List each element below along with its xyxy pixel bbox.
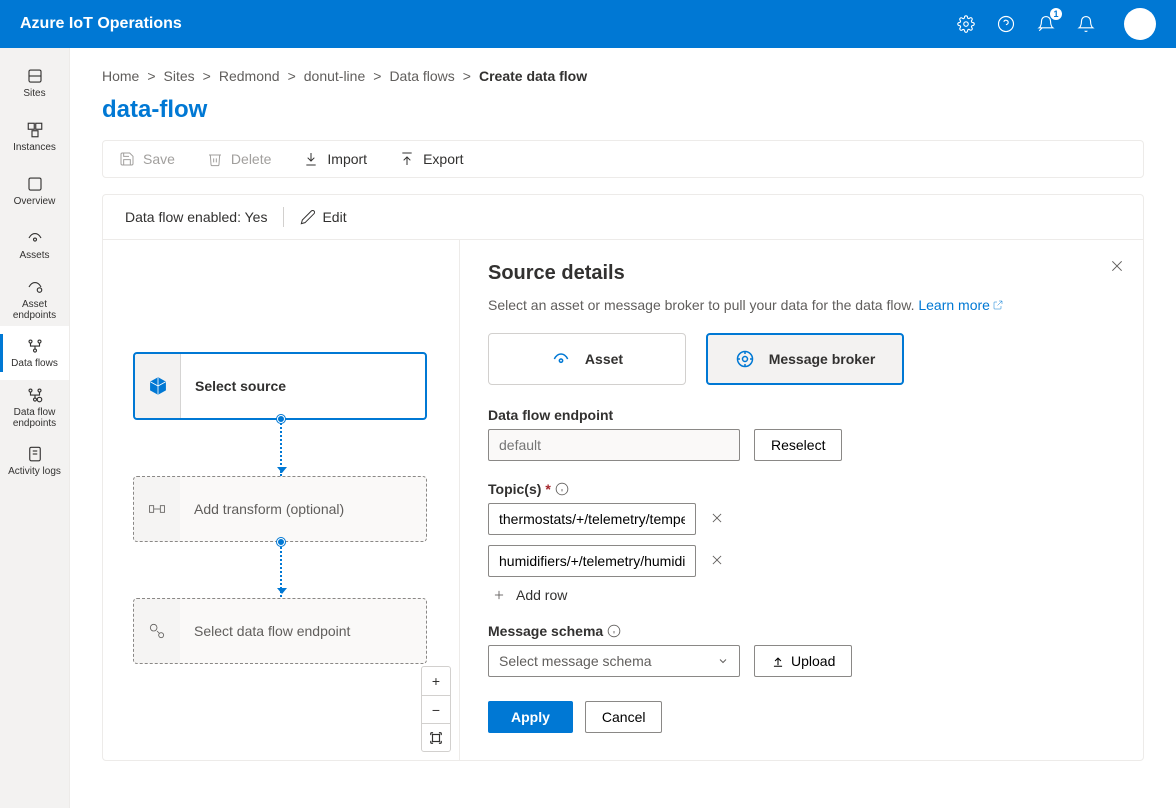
breadcrumb: Home> Sites> Redmond> donut-line> Data f… bbox=[102, 68, 1144, 84]
feedback-badge: 1 bbox=[1050, 8, 1062, 20]
breadcrumb-item[interactable]: Data flows bbox=[389, 68, 454, 84]
schema-select[interactable]: Select message schema bbox=[488, 645, 740, 677]
node-source[interactable]: Select source bbox=[133, 352, 427, 420]
info-icon[interactable] bbox=[607, 624, 621, 638]
app-header: Azure IoT Operations 1 bbox=[0, 0, 1176, 48]
sidebar-item-activity-logs[interactable]: Activity logs bbox=[0, 434, 69, 488]
flow-canvas[interactable]: Select source Add transform (optional) bbox=[103, 240, 459, 760]
flow-status-bar: Data flow enabled: Yes Edit bbox=[103, 195, 1143, 240]
edit-button[interactable]: Edit bbox=[300, 209, 346, 225]
notifications-icon[interactable] bbox=[1076, 14, 1096, 34]
delete-icon bbox=[207, 151, 223, 167]
sites-icon bbox=[26, 67, 44, 85]
upload-button[interactable]: Upload bbox=[754, 645, 852, 677]
zoom-controls: + − bbox=[421, 666, 451, 752]
main-content: Home> Sites> Redmond> donut-line> Data f… bbox=[70, 48, 1176, 808]
breadcrumb-item[interactable]: Redmond bbox=[219, 68, 280, 84]
details-actions: Apply Cancel bbox=[488, 701, 1115, 733]
asset-icon bbox=[551, 349, 571, 369]
sidebar-item-assets[interactable]: Assets bbox=[0, 218, 69, 272]
source-type-asset[interactable]: Asset bbox=[488, 333, 686, 385]
assets-icon bbox=[26, 229, 44, 247]
reselect-button[interactable]: Reselect bbox=[754, 429, 842, 461]
asset-endpoints-icon bbox=[26, 278, 44, 296]
feedback-icon[interactable]: 1 bbox=[1036, 14, 1056, 34]
sidebar-item-sites[interactable]: Sites bbox=[0, 56, 69, 110]
activity-logs-icon bbox=[26, 445, 44, 463]
breadcrumb-item[interactable]: donut-line bbox=[304, 68, 366, 84]
help-icon[interactable] bbox=[996, 14, 1016, 34]
user-avatar[interactable] bbox=[1124, 8, 1156, 40]
info-icon[interactable] bbox=[555, 482, 569, 496]
settings-icon[interactable] bbox=[956, 14, 976, 34]
zoom-out-button[interactable]: − bbox=[422, 695, 450, 723]
save-button: Save bbox=[119, 151, 175, 167]
overview-icon bbox=[26, 175, 44, 193]
edit-icon bbox=[300, 209, 316, 225]
flow-panel: Data flow enabled: Yes Edit Select sourc… bbox=[102, 194, 1144, 761]
topics-label: Topic(s) * bbox=[488, 481, 1115, 497]
import-button[interactable]: Import bbox=[303, 151, 367, 167]
sidebar-item-asset-endpoints[interactable]: Asset endpoints bbox=[0, 272, 69, 326]
plus-icon bbox=[492, 588, 506, 602]
import-icon bbox=[303, 151, 319, 167]
schema-label: Message schema bbox=[488, 623, 1115, 639]
toolbar: Save Delete Import Export bbox=[102, 140, 1144, 178]
broker-icon bbox=[735, 349, 755, 369]
page-title: data-flow bbox=[102, 96, 1144, 124]
remove-topic-1[interactable] bbox=[710, 553, 724, 570]
breadcrumb-item[interactable]: Home bbox=[102, 68, 139, 84]
product-title: Azure IoT Operations bbox=[20, 15, 182, 33]
details-description: Select an asset or message broker to pul… bbox=[488, 297, 1115, 313]
close-button[interactable] bbox=[1109, 258, 1125, 277]
node-transform[interactable]: Add transform (optional) bbox=[133, 476, 427, 542]
sidebar-item-data-flow-endpoints[interactable]: Data flow endpoints bbox=[0, 380, 69, 434]
apply-button[interactable]: Apply bbox=[488, 701, 573, 733]
remove-topic-0[interactable] bbox=[710, 511, 724, 528]
external-link-icon bbox=[992, 299, 1004, 311]
data-flows-icon bbox=[26, 337, 44, 355]
endpoint-input[interactable] bbox=[488, 429, 740, 461]
details-title: Source details bbox=[488, 262, 1115, 285]
nav-sidebar: Sites Instances Overview Assets Asset en… bbox=[0, 48, 70, 808]
export-icon bbox=[399, 151, 415, 167]
sidebar-item-instances[interactable]: Instances bbox=[0, 110, 69, 164]
sidebar-item-overview[interactable]: Overview bbox=[0, 164, 69, 218]
save-icon bbox=[119, 151, 135, 167]
source-details-pane: Source details Select an asset or messag… bbox=[459, 240, 1143, 760]
delete-button: Delete bbox=[207, 151, 271, 167]
instances-icon bbox=[26, 121, 44, 139]
topic-input-1[interactable] bbox=[488, 545, 696, 577]
sidebar-item-data-flows[interactable]: Data flows bbox=[0, 326, 69, 380]
cancel-button[interactable]: Cancel bbox=[585, 701, 663, 733]
data-flow-endpoints-icon bbox=[26, 386, 44, 404]
zoom-fit-button[interactable] bbox=[422, 723, 450, 751]
chevron-down-icon bbox=[717, 655, 729, 667]
endpoint-label: Data flow endpoint bbox=[488, 407, 1115, 423]
breadcrumb-item[interactable]: Sites bbox=[164, 68, 195, 84]
learn-more-link[interactable]: Learn more bbox=[918, 297, 1004, 313]
zoom-in-button[interactable]: + bbox=[422, 667, 450, 695]
header-actions: 1 bbox=[956, 8, 1156, 40]
source-type-toggle: Asset Message broker bbox=[488, 333, 1115, 385]
topic-input-0[interactable] bbox=[488, 503, 696, 535]
source-type-message-broker[interactable]: Message broker bbox=[706, 333, 904, 385]
flow-enabled-status: Data flow enabled: Yes bbox=[125, 209, 267, 225]
breadcrumb-current: Create data flow bbox=[479, 68, 587, 84]
cube-icon bbox=[148, 376, 168, 396]
upload-icon bbox=[771, 654, 785, 668]
endpoint-icon bbox=[147, 621, 167, 641]
transform-icon bbox=[147, 499, 167, 519]
export-button[interactable]: Export bbox=[399, 151, 463, 167]
node-destination[interactable]: Select data flow endpoint bbox=[133, 598, 427, 664]
add-topic-button[interactable]: Add row bbox=[492, 587, 1115, 603]
